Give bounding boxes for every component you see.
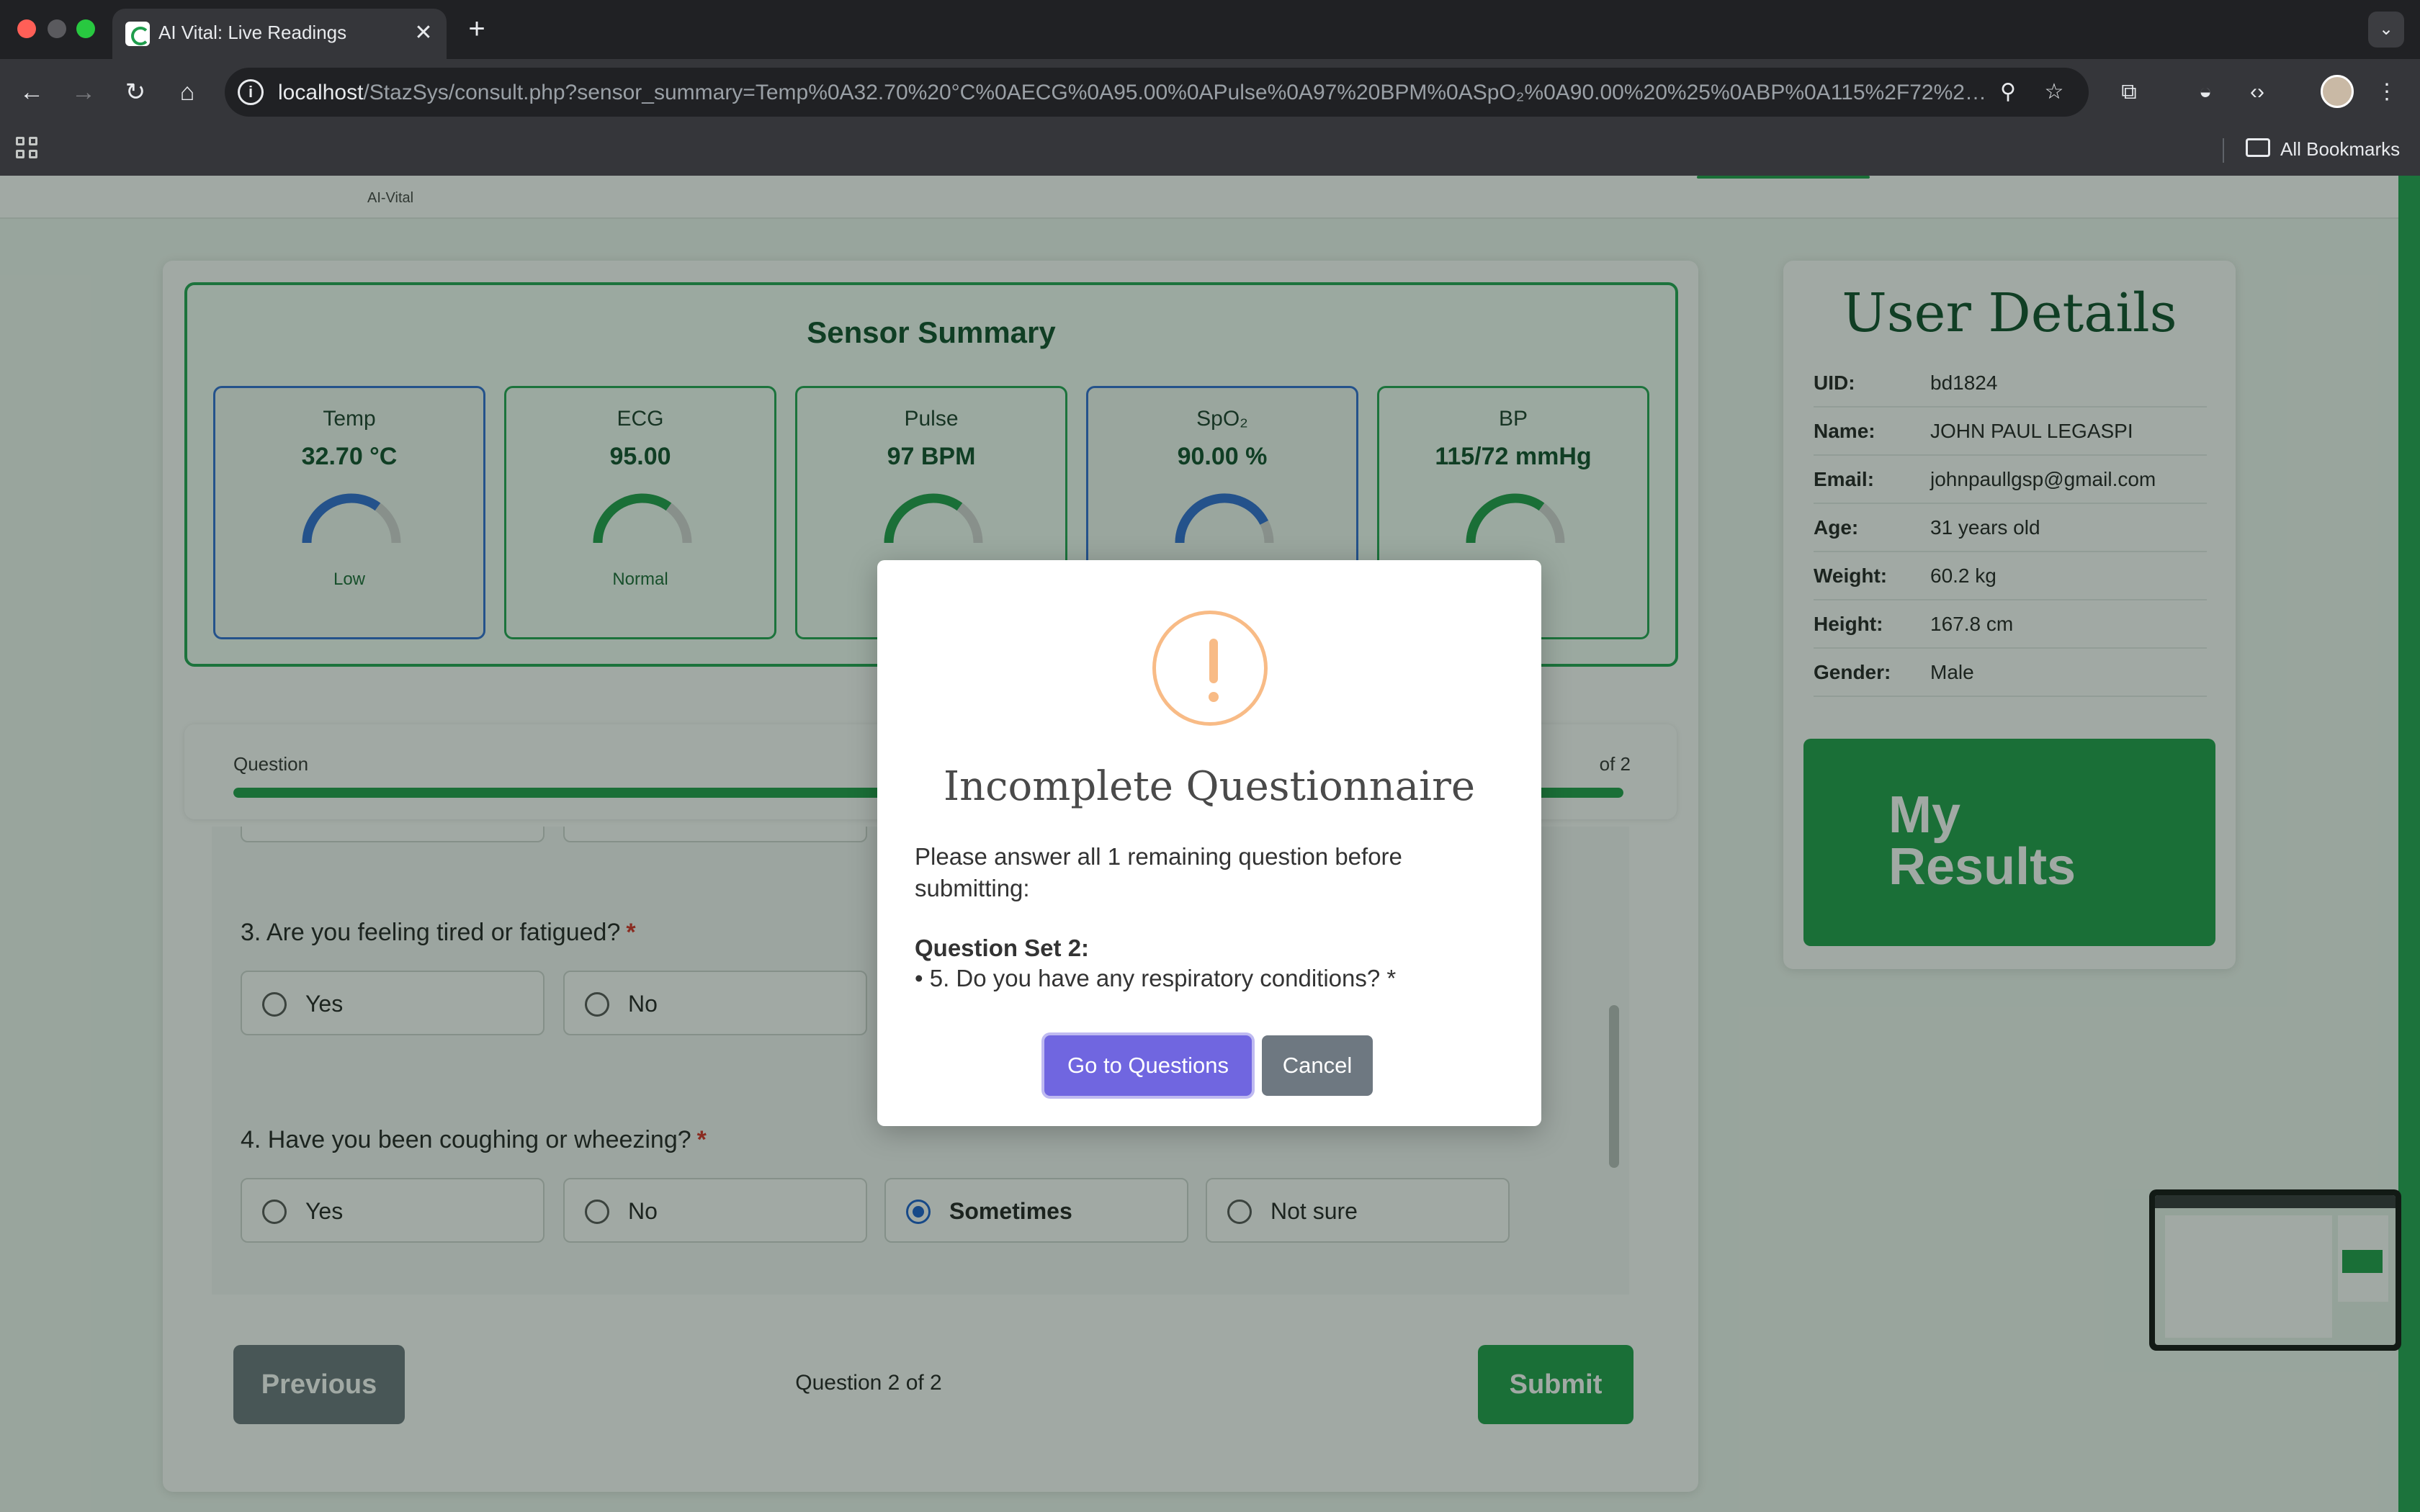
tab-title: AI Vital: Live Readings	[158, 22, 347, 43]
site-info-icon[interactable]: i	[238, 79, 264, 105]
warning-icon	[1152, 611, 1268, 726]
dialog-missing-question: • 5. Do you have any respiratory conditi…	[915, 965, 1397, 991]
incomplete-questionnaire-dialog: Incomplete Questionnaire Please answer a…	[877, 560, 1541, 1126]
bookmark-star-icon[interactable]: ☆	[2041, 79, 2067, 105]
profile-avatar[interactable]	[2321, 75, 2354, 108]
minimize-window-button[interactable]	[48, 19, 66, 38]
reload-icon[interactable]: ↻	[120, 76, 151, 108]
tab-close-icon[interactable]: ✕	[409, 19, 438, 48]
close-window-button[interactable]	[17, 19, 36, 38]
tab-strip: AI Vital: Live Readings ✕ + ⌄	[0, 0, 2420, 59]
dialog-question-set: Question Set 2:	[915, 935, 1090, 961]
zoom-icon[interactable]: ⚲	[1995, 79, 2021, 105]
url-text[interactable]: localhost/StazSys/consult.php?sensor_sum…	[278, 81, 1992, 105]
dialog-message: Please answer all 1 remaining question b…	[915, 843, 1402, 901]
go-to-questions-button[interactable]: Go to Questions	[1044, 1035, 1252, 1096]
cancel-button[interactable]: Cancel	[1262, 1035, 1373, 1096]
dialog-title: Incomplete Questionnaire	[943, 763, 1476, 810]
tab-search-icon[interactable]: ⌄	[2368, 12, 2404, 48]
url-path: /StazSys/consult.php?sensor_summary=Temp…	[363, 81, 1992, 104]
browser-chrome: AI Vital: Live Readings ✕ + ⌄ ← → ↻ ⌂ i …	[0, 0, 2420, 176]
home-icon[interactable]: ⌂	[171, 76, 203, 108]
bookmarks-divider	[2223, 138, 2224, 163]
maximize-window-button[interactable]	[76, 19, 95, 38]
bookmarks-bar: All Bookmarks	[0, 125, 2420, 176]
extensions-icon[interactable]: ⧉	[2113, 76, 2145, 108]
forward-icon[interactable]: →	[68, 76, 99, 108]
back-icon[interactable]: ←	[16, 76, 48, 108]
new-tab-icon[interactable]: +	[461, 13, 493, 45]
devtools-code-icon[interactable]: ‹›	[2241, 76, 2273, 108]
browser-toolbar: ← → ↻ ⌂ i localhost/StazSys/consult.php?…	[0, 59, 2420, 125]
active-tab[interactable]: AI Vital: Live Readings ✕	[112, 9, 447, 59]
browser-menu-icon[interactable]: ⋮	[2371, 76, 2403, 108]
url-host: localhost	[278, 81, 364, 104]
incognito-icon[interactable]: ◒	[2190, 76, 2221, 108]
folder-icon[interactable]	[2246, 138, 2270, 157]
all-bookmarks-link[interactable]: All Bookmarks	[2280, 138, 2400, 161]
site-favicon-icon	[125, 22, 150, 46]
apps-grid-icon[interactable]	[16, 137, 40, 161]
address-bar[interactable]: i localhost/StazSys/consult.php?sensor_s…	[225, 68, 2089, 117]
